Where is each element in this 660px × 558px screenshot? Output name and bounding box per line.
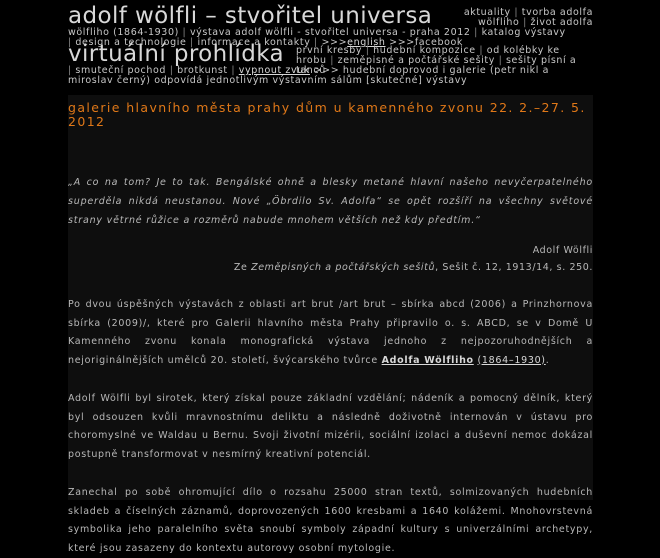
nav-katalog[interactable]: katalog výstavy [482,27,566,38]
sub-nav-row-2: | smuteční pochod | brotkunst | vypnout … [68,65,550,86]
paragraph-2: Adolf Wölfli byl sirotek, který získal p… [68,393,593,460]
quote-source-title: Zeměpisných a počtářských sešitů [251,262,436,273]
intro-quote: „A co na tom? Je to tak. Bengálské ohně … [68,177,593,226]
site-subtitle[interactable]: virtuální prohlídka [68,41,284,67]
adolf-wolfli-link[interactable]: Adolfa Wölfliho [382,355,474,366]
quote-source: Ze Zeměpisných a počtářských sešitů, Seš… [233,262,593,273]
site-header: adolf wölfli – stvořitel universa aktual… [68,0,593,86]
paragraph-1: Po dvou úspěšných výstavách z oblasti ar… [68,299,593,366]
page-heading: galerie hlavního města prahy dům u kamen… [68,100,586,129]
quote-author: Adolf Wölfli [532,245,593,256]
main-content: galerie hlavního města prahy dům u kamen… [68,95,593,554]
top-nav-right: aktuality | tvorba adolfa wölfliho | živ… [463,7,593,28]
quote-signature: Adolf Wölfli Ze Zeměpisných a počtářskýc… [68,242,593,276]
paragraph-3: Zanechal po sobě ohromující dílo o rozsa… [68,487,593,554]
years-link[interactable]: (1864–1930) [478,355,546,366]
site-title[interactable]: adolf wölfli – stvořitel universa [68,3,432,29]
